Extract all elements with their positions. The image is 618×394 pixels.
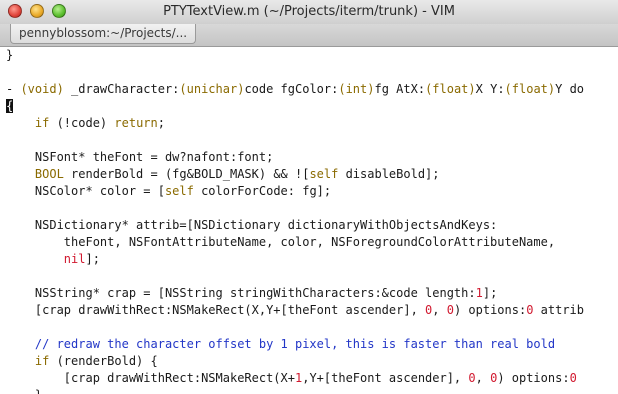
code-token: 1 — [475, 286, 483, 300]
code-line[interactable]: if (renderBold) { — [0, 353, 618, 370]
code-line[interactable]: } — [0, 387, 618, 394]
code-line[interactable]: { — [0, 98, 618, 115]
tab-bar: pennyblossom:~/Projects/... — [0, 24, 618, 47]
code-token: X Y: — [475, 82, 505, 96]
code-line[interactable]: [crap drawWithRect:NSMakeRect(X,Y+[theFo… — [0, 302, 618, 319]
code-token: ]; — [85, 252, 100, 266]
code-line[interactable]: NSDictionary* attrib=[NSDictionary dicti… — [0, 217, 618, 234]
code-token: (int) — [338, 82, 375, 96]
code-token: (void) — [20, 82, 64, 96]
code-token: colorForCode: fg]; — [193, 184, 332, 198]
tab-pennyblossom[interactable]: pennyblossom:~/Projects/... — [10, 24, 196, 44]
code-line[interactable] — [0, 132, 618, 149]
code-line[interactable]: NSColor* color = [self colorForCode: fg]… — [0, 183, 618, 200]
code-line[interactable] — [0, 200, 618, 217]
code-token: disableBold]; — [338, 167, 440, 181]
code-line[interactable]: NSFont* theFont = dw?nafont:font; — [0, 149, 618, 166]
code-token: (unichar) — [179, 82, 245, 96]
code-token: ) options: — [497, 371, 570, 385]
code-token: ,Y+[theFont ascender], — [302, 371, 469, 385]
code-token: NSFont* theFont = dw?nafont:font; — [6, 150, 274, 164]
code-token: } — [6, 388, 42, 394]
code-token: 0 — [569, 371, 577, 385]
code-token: ; — [157, 116, 165, 130]
code-line[interactable]: nil]; — [0, 251, 618, 268]
code-token: (renderBold) { — [49, 354, 158, 368]
code-token: code fgColor: — [244, 82, 339, 96]
code-token: } — [6, 48, 14, 62]
code-line[interactable] — [0, 64, 618, 81]
code-token: - — [6, 82, 21, 96]
code-token: 0 — [446, 303, 454, 317]
code-line[interactable]: - (void) _drawCharacter:(unichar)code fg… — [0, 81, 618, 98]
window-title: PTYTextView.m (~/Projects/iterm/trunk) -… — [163, 4, 455, 19]
code-line[interactable] — [0, 268, 618, 285]
code-line[interactable] — [0, 319, 618, 336]
code-token: if — [34, 354, 50, 368]
code-token: (float) — [425, 82, 476, 96]
code-token: self — [309, 167, 339, 181]
code-token: NSColor* color = [ — [6, 184, 165, 198]
code-editor[interactable]: } - (void) _drawCharacter:(unichar)code … — [0, 47, 618, 394]
vim-window: PTYTextView.m (~/Projects/iterm/trunk) -… — [0, 0, 618, 394]
code-token: fg AtX: — [374, 82, 426, 96]
text-cursor: { — [6, 99, 14, 113]
code-token: BOOL — [34, 167, 64, 181]
code-line[interactable]: BOOL renderBold = (fg&BOLD_MASK) && ![se… — [0, 166, 618, 183]
code-token: // redraw the character offset by 1 pixe… — [6, 337, 556, 351]
code-token: Y do — [555, 82, 585, 96]
code-token: , — [475, 371, 491, 385]
code-line[interactable]: if (!code) return; — [0, 115, 618, 132]
code-token: 0 — [468, 371, 476, 385]
code-token: nil — [63, 252, 86, 266]
code-token: NSDictionary* attrib=[NSDictionary dicti… — [6, 218, 498, 232]
code-token: (!code) — [49, 116, 115, 130]
code-token: theFont, NSFontAttributeName, color, NSF… — [6, 235, 556, 249]
title-bar[interactable]: PTYTextView.m (~/Projects/iterm/trunk) -… — [0, 0, 618, 25]
code-token: [crap drawWithRect:NSMakeRect(X+ — [6, 371, 295, 385]
code-token: ]; — [482, 286, 498, 300]
code-line[interactable]: // redraw the character offset by 1 pixe… — [0, 336, 618, 353]
code-token: return — [114, 116, 158, 130]
code-line[interactable]: } — [0, 47, 618, 64]
code-token: NSString* crap = [NSString stringWithCha… — [6, 286, 476, 300]
code-line[interactable]: [crap drawWithRect:NSMakeRect(X+1,Y+[the… — [0, 370, 618, 387]
code-token: attrib — [533, 303, 585, 317]
code-line[interactable]: NSString* crap = [NSString stringWithCha… — [0, 285, 618, 302]
code-token: , — [432, 303, 447, 317]
code-token: _drawCharacter: — [63, 82, 180, 96]
code-line[interactable]: theFont, NSFontAttributeName, color, NSF… — [0, 234, 618, 251]
code-token: ) options: — [453, 303, 527, 317]
code-token: renderBold = (fg&BOLD_MASK) && ![ — [63, 167, 310, 181]
code-token: [crap drawWithRect:NSMakeRect(X,Y+[theFo… — [6, 303, 426, 317]
code-token: (float) — [504, 82, 556, 96]
code-token: self — [164, 184, 194, 198]
code-token: if — [34, 116, 50, 130]
